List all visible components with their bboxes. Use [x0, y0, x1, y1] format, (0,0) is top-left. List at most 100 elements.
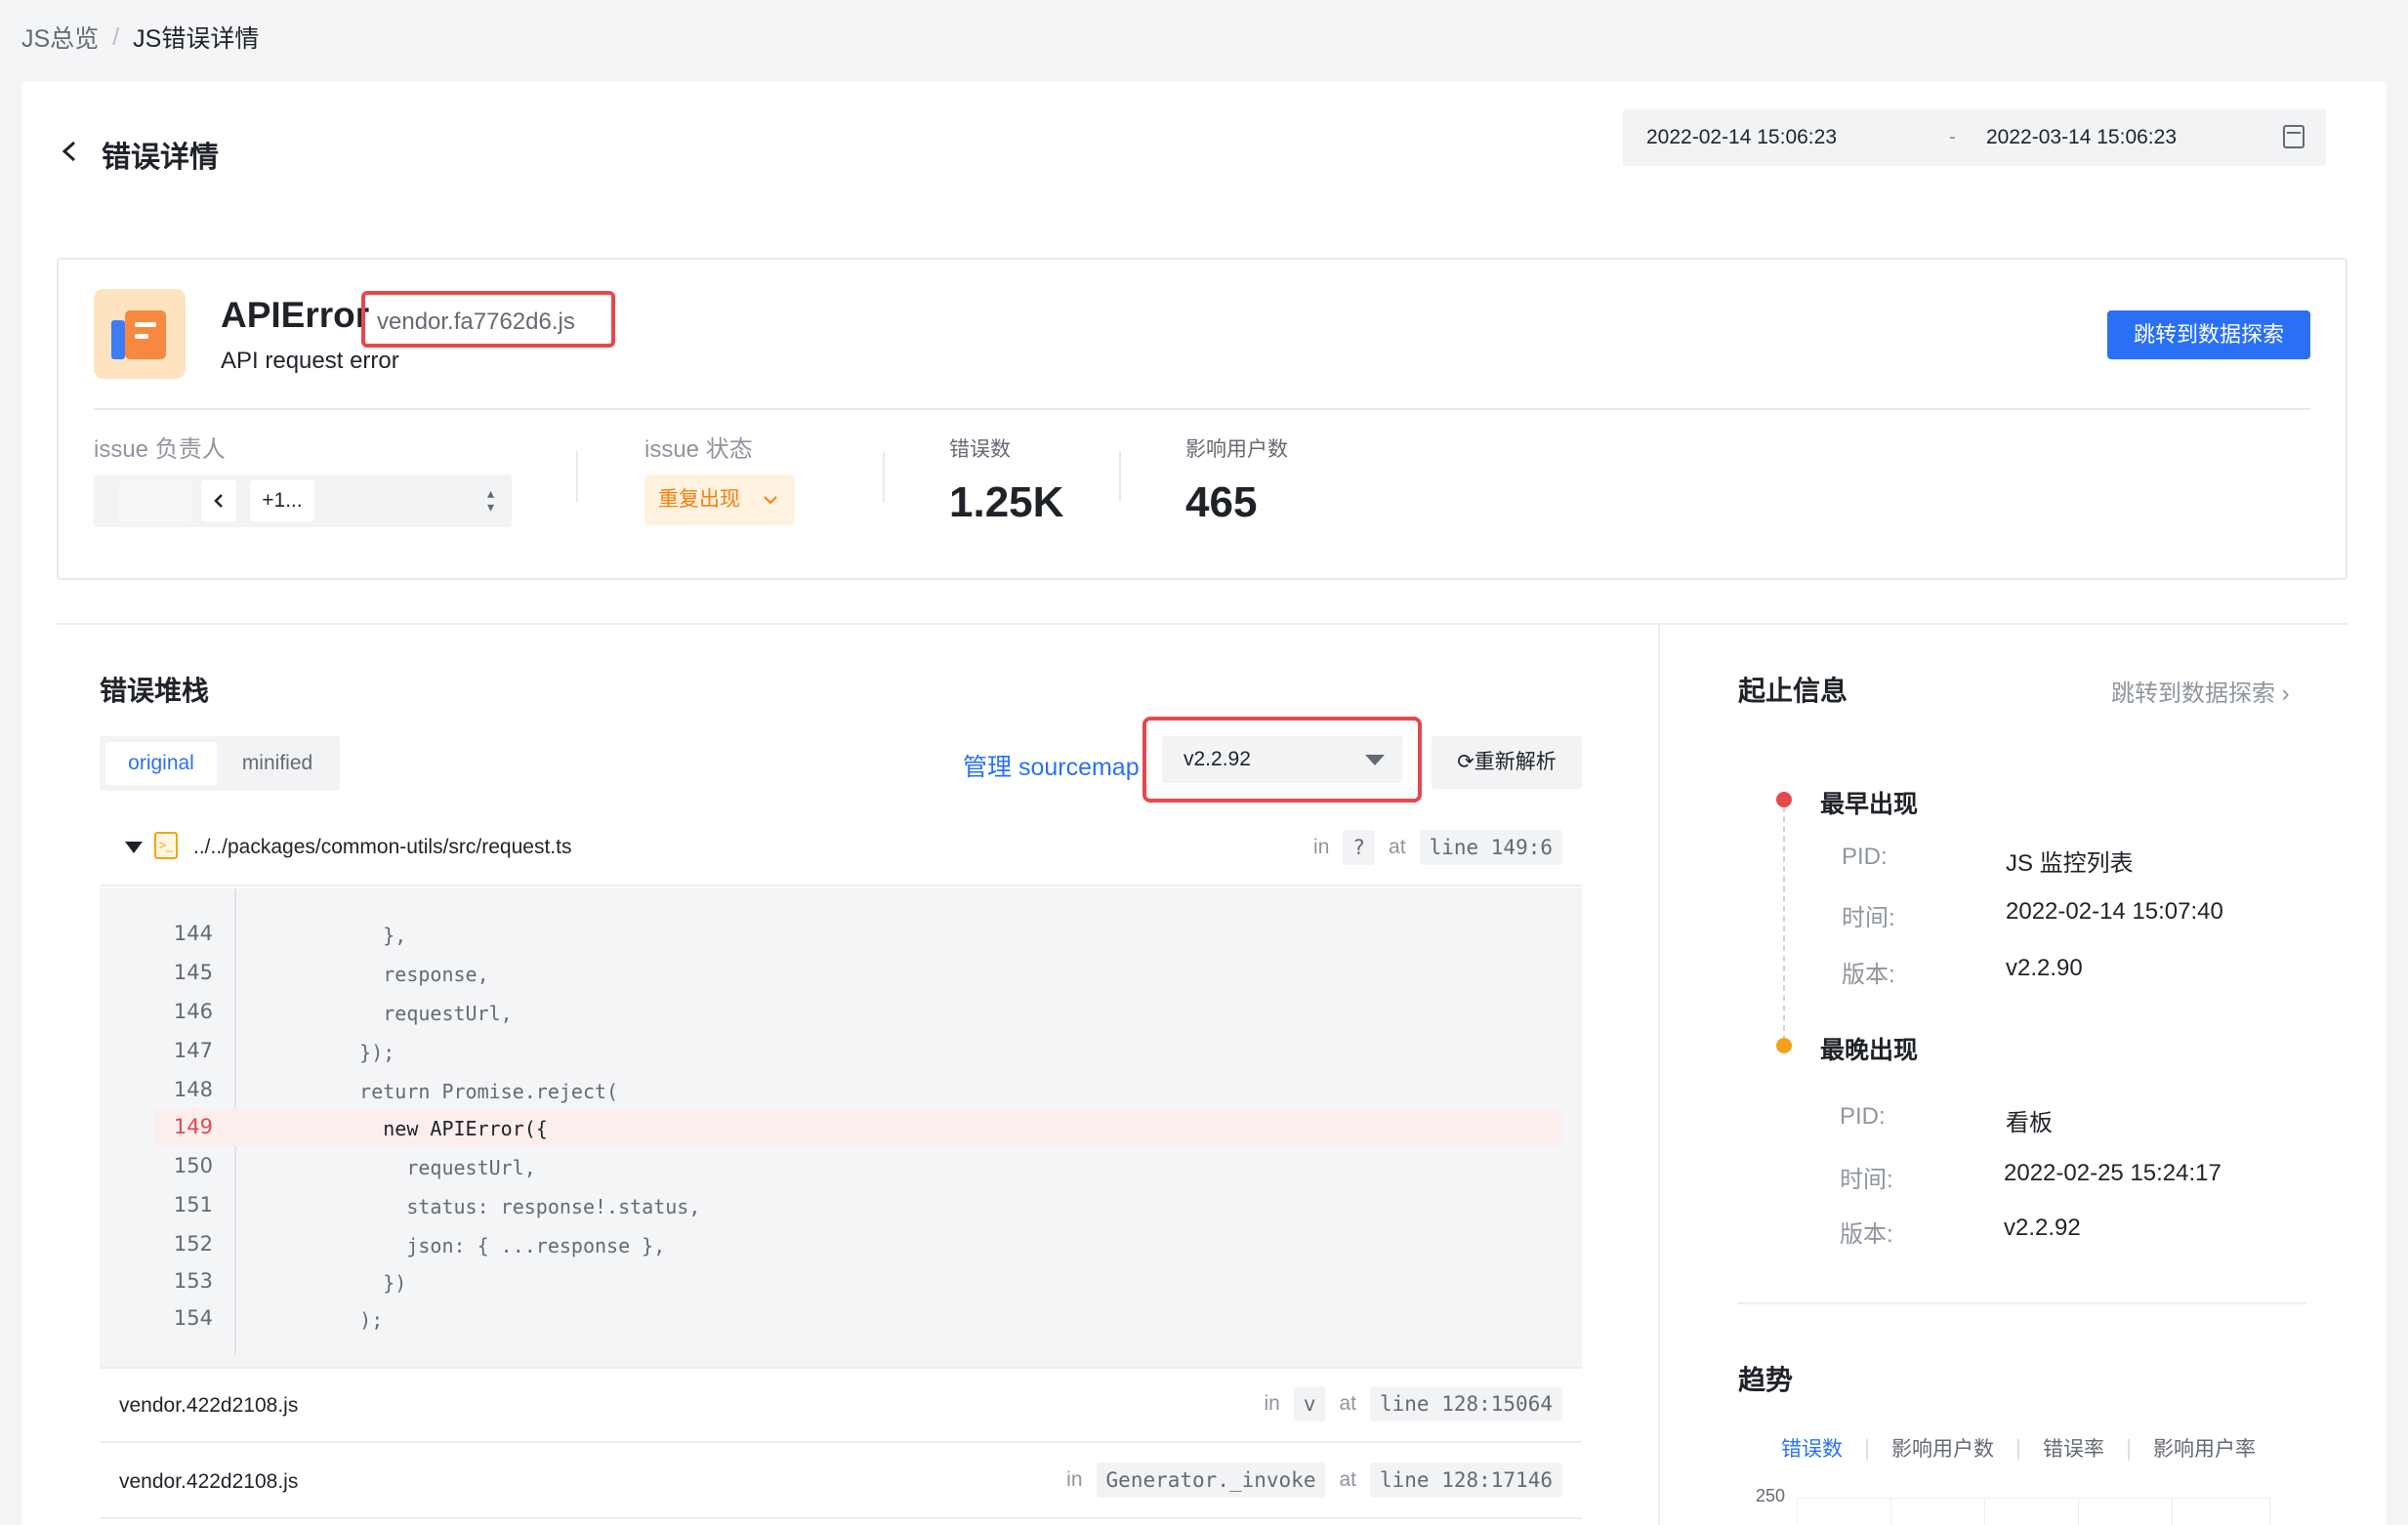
trend-tabs: 错误数 影响用户数 错误率 影响用户率: [1781, 1439, 2279, 1461]
assignee-select[interactable]: +1... ▴ ▾: [94, 474, 512, 527]
earliest-time: 2022-02-14 15:07:40: [2006, 898, 2223, 925]
date-range-start[interactable]: 2022-02-14 15:06:23: [1646, 126, 1837, 149]
breadcrumb: JS总览 / JS错误详情: [21, 20, 259, 55]
meta-divider: [576, 451, 578, 502]
latest-time: 2022-02-25 15:24:17: [2004, 1160, 2221, 1186]
avatar: [119, 480, 191, 521]
tab-original[interactable]: original: [105, 742, 217, 785]
file-icon: >_: [154, 832, 178, 859]
jump-to-explore-button[interactable]: 跳转到数据探索: [2107, 310, 2310, 359]
in-label: in: [1066, 1468, 1083, 1491]
meta-divider: [1119, 451, 1121, 502]
stack-frame[interactable]: vendor.422d2108.js in Generator._invoke …: [100, 1445, 1582, 1519]
latest-pid-label: PID:: [1840, 1103, 1886, 1130]
code-line: 151 status: response!.status,: [173, 1193, 701, 1218]
manage-sourcemap-link[interactable]: 管理 sourcemap: [963, 748, 1140, 783]
assignee-label: issue 负责人: [94, 436, 226, 463]
at-label: at: [1339, 1468, 1356, 1491]
latest-dot-icon: [1776, 1038, 1792, 1053]
error-count-value: 1.25K: [949, 478, 1064, 526]
breadcrumb-current: JS错误详情: [133, 25, 260, 53]
reparse-button-label: 重新解析: [1474, 751, 1557, 773]
in-label: in: [1313, 836, 1330, 858]
in-label: in: [1264, 1392, 1280, 1415]
jump-to-explore-link-label: 跳转到数据探索: [2111, 680, 2275, 707]
frame-function: Generator._invoke: [1096, 1463, 1326, 1498]
code-line: 147 });: [173, 1039, 395, 1064]
calendar-icon[interactable]: [2283, 125, 2304, 148]
chevron-right-icon: ›: [2281, 680, 2290, 707]
latest-time-label: 时间:: [1840, 1167, 1893, 1193]
affected-users-label: 影响用户数: [1185, 438, 1288, 461]
code-line: 144 },: [173, 922, 407, 947]
at-label: at: [1339, 1392, 1356, 1415]
code-line: 152 json: { ...response },: [173, 1232, 666, 1257]
earliest-time-label: 时间:: [1842, 905, 1895, 931]
version-select-value: v2.2.92: [1183, 748, 1251, 770]
latest-title: 最晚出现: [1820, 1037, 1919, 1064]
error-count-label: 错误数: [949, 438, 1011, 461]
trend-title: 趋势: [1738, 1365, 1794, 1395]
status-value: 重复出现: [658, 488, 740, 511]
at-label: at: [1389, 836, 1406, 858]
error-name: APIError: [221, 295, 370, 335]
tab-affected-user-rate[interactable]: 影响用户率: [2128, 1439, 2279, 1461]
stack-frame-path: ../../packages/common-utils/src/request.…: [193, 836, 572, 858]
reparse-button[interactable]: ⟳重新解析: [1432, 736, 1582, 789]
tab-minified[interactable]: minified: [217, 742, 338, 785]
code-line: 148 return Promise.reject(: [173, 1078, 619, 1103]
meta-divider: [883, 451, 885, 502]
section-divider: [57, 623, 2347, 625]
stack-view-toggle: original minified: [100, 736, 340, 791]
affected-users-value: 465: [1185, 478, 1258, 526]
trend-y-axis-label: 250: [1756, 1486, 1786, 1505]
earliest-title: 最早出现: [1820, 791, 1919, 818]
frame-function: v: [1293, 1386, 1326, 1422]
code-line: 154 );: [173, 1306, 384, 1332]
earliest-pid: JS 监控列表: [2006, 850, 2134, 877]
latest-pid: 看板: [2006, 1110, 2053, 1136]
tab-affected-users[interactable]: 影响用户数: [1866, 1439, 2017, 1461]
chevron-down-icon: [764, 496, 777, 505]
earliest-version-label: 版本:: [1842, 962, 1895, 988]
date-range-picker[interactable]: 2022-02-14 15:06:23 - 2022-03-14 15:06:2…: [1623, 109, 2326, 166]
chevron-left-icon[interactable]: [59, 135, 80, 174]
frame-location: line 128:15064: [1369, 1386, 1562, 1422]
stack-frame[interactable]: vendor.422d2108.js in v at line 128:1506…: [100, 1369, 1582, 1443]
date-range-end[interactable]: 2022-03-14 15:06:23: [1986, 126, 2177, 149]
tab-error-rate[interactable]: 错误率: [2017, 1439, 2128, 1461]
error-file-name: vendor.fa7762d6.js: [361, 291, 615, 348]
page-title: 错误详情: [102, 142, 219, 174]
breadcrumb-root[interactable]: JS总览: [21, 20, 99, 55]
status-label: issue 状态: [644, 436, 753, 463]
version-select[interactable]: v2.2.92: [1162, 736, 1402, 783]
earliest-dot-icon: [1776, 792, 1792, 807]
column-divider: [1658, 625, 1660, 1525]
latest-version: v2.2.92: [2004, 1215, 2081, 1241]
right-divider: [1738, 1302, 2306, 1304]
status-badge[interactable]: 重复出现: [644, 474, 795, 525]
code-line: 153 }): [173, 1269, 407, 1295]
lifecycle-title: 起止信息: [1738, 676, 1848, 706]
date-range-separator: -: [1949, 126, 1956, 148]
code-line: 150 requestUrl,: [173, 1154, 536, 1179]
code-line-highlighted: 149 new APIError({: [154, 1109, 1562, 1146]
select-arrows-icon: ▴ ▾: [486, 485, 494, 515]
code-snippet: 144 }, 145 response, 146 requestUrl, 147…: [100, 888, 1582, 1369]
caret-down-icon[interactable]: [125, 842, 143, 853]
frame-location: line 149:6: [1419, 830, 1562, 865]
card-divider: [94, 408, 2310, 410]
stack-frame-path: vendor.422d2108.js: [119, 1470, 299, 1493]
latest-version-label: 版本:: [1840, 1221, 1893, 1248]
caret-down-icon: [1365, 755, 1385, 765]
frame-function: ?: [1343, 830, 1376, 865]
stack-title: 错误堆栈: [100, 676, 210, 706]
code-line: 145 response,: [173, 961, 489, 986]
breadcrumb-separator: /: [112, 22, 120, 51]
tab-error-count[interactable]: 错误数: [1781, 1439, 1866, 1461]
chevron-left-icon[interactable]: [201, 480, 236, 521]
assignee-more[interactable]: +1...: [250, 480, 314, 521]
trend-chart: [1797, 1498, 2271, 1525]
stack-frame[interactable]: >_ ../../packages/common-utils/src/reque…: [100, 812, 1582, 886]
jump-to-explore-link[interactable]: 跳转到数据探索 ›: [2111, 674, 2290, 708]
